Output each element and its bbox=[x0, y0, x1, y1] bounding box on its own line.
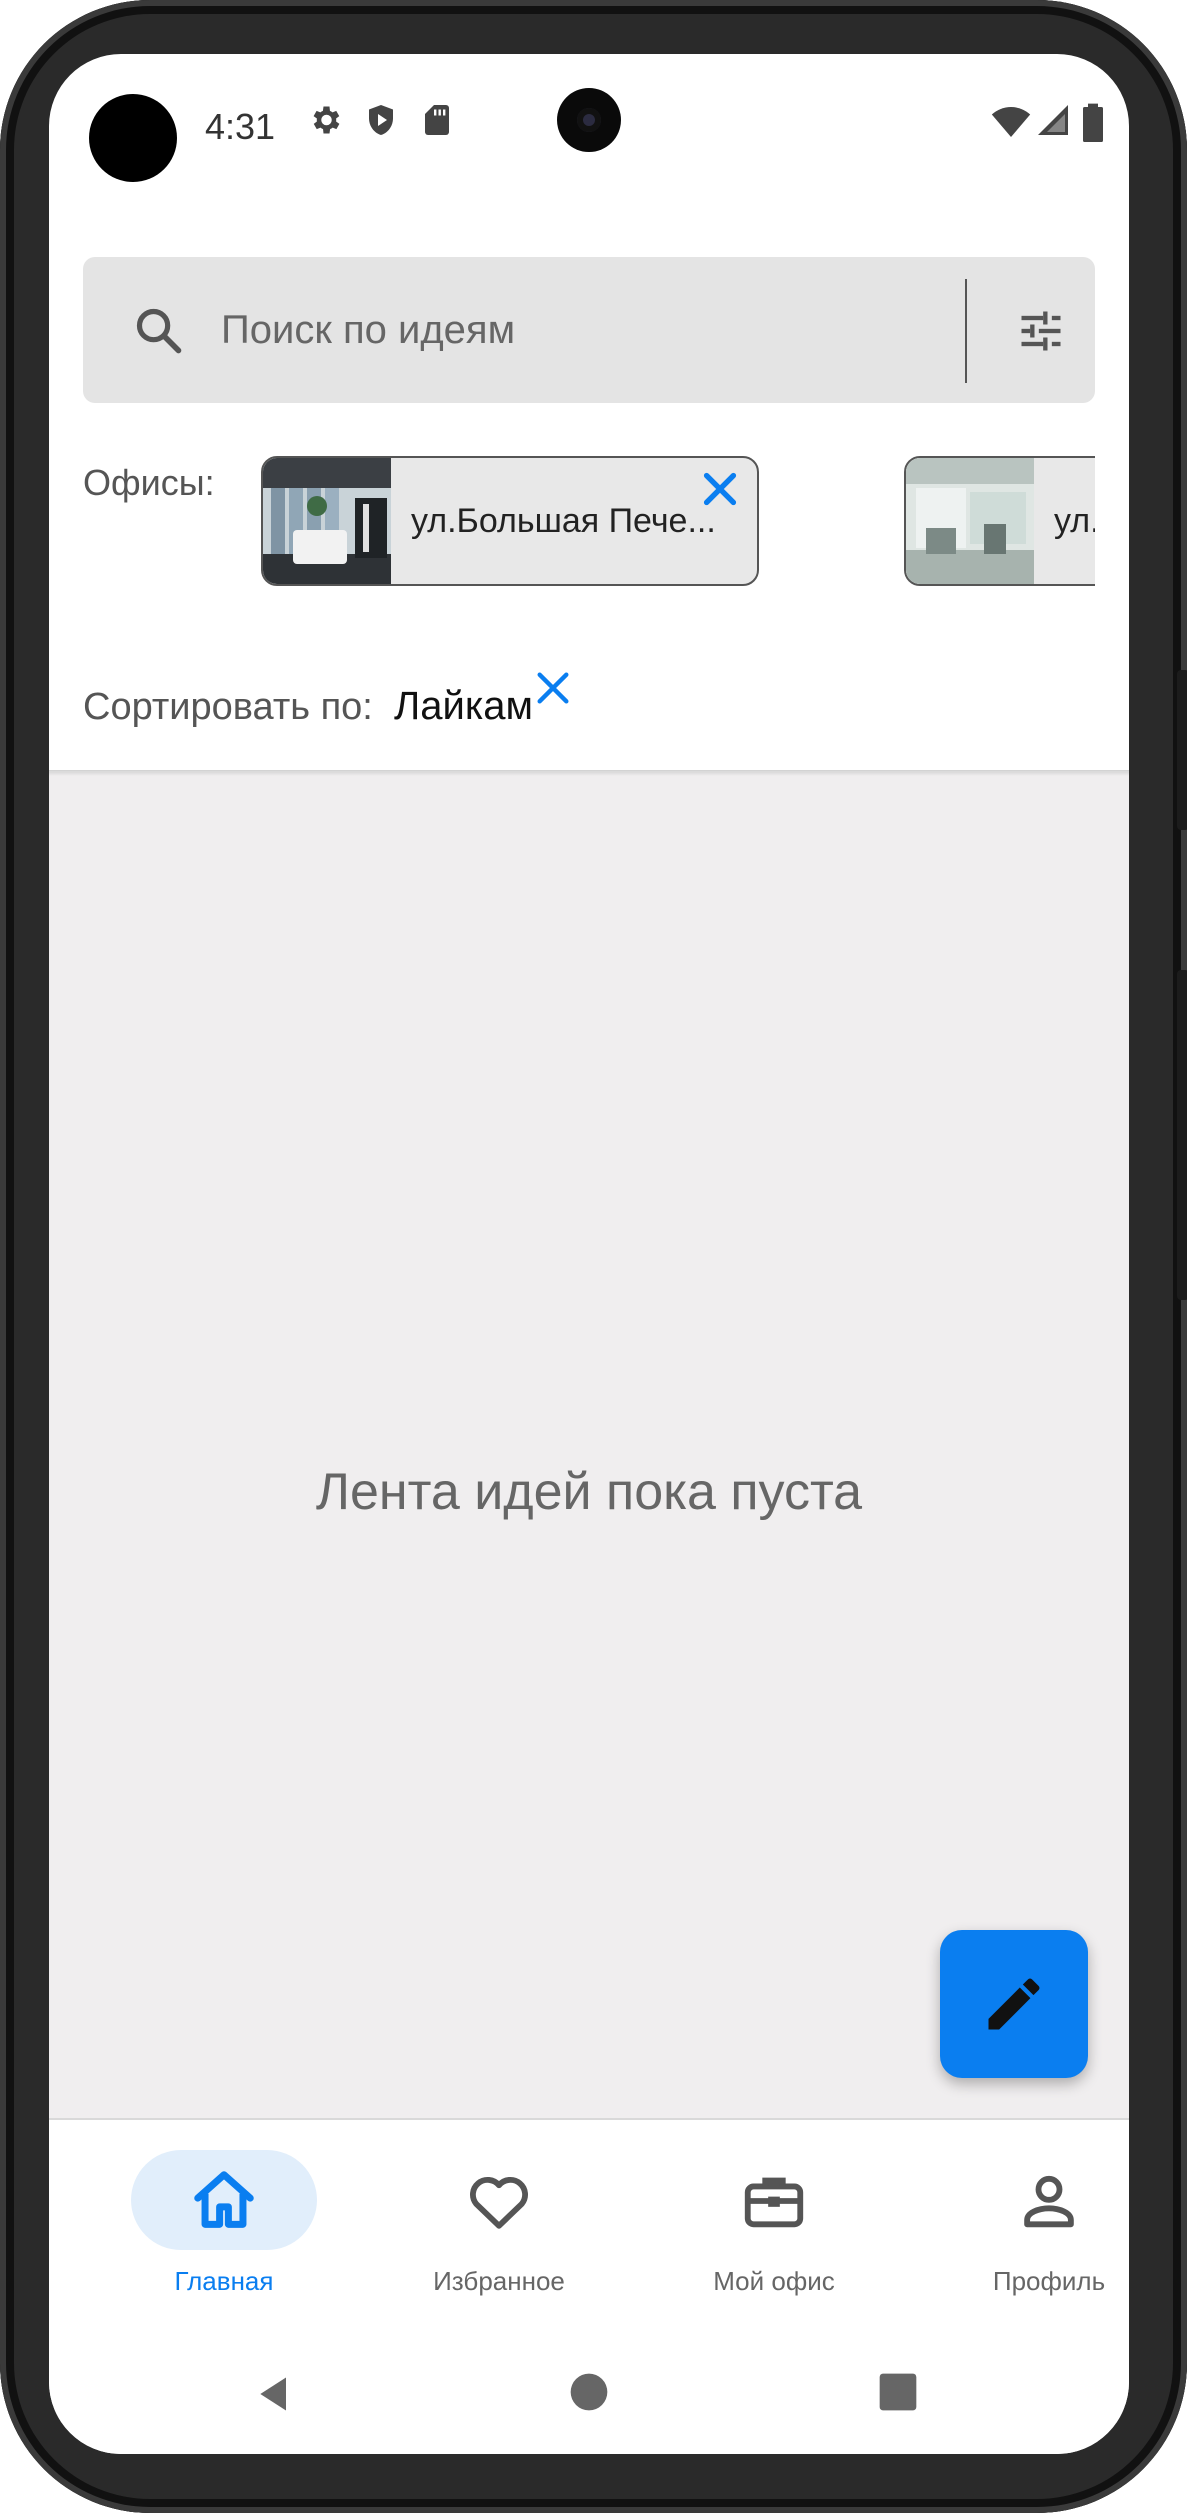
gear-icon bbox=[313, 106, 340, 134]
nav-item-profile[interactable]: Профиль bbox=[914, 2120, 1129, 2330]
phone-frame: 4:31 Поиск по идеям Офисы: ул.Большая Пе… bbox=[0, 0, 1187, 2513]
recents-icon[interactable] bbox=[878, 2372, 918, 2412]
office-name: ул. bbox=[1054, 502, 1095, 540]
back-icon[interactable] bbox=[253, 2372, 297, 2416]
briefcase-icon bbox=[744, 2177, 804, 2228]
nav-item-home[interactable]: Главная bbox=[89, 2120, 359, 2330]
offices-label: Офисы: bbox=[83, 462, 215, 503]
search-icon bbox=[136, 308, 182, 354]
heart-icon bbox=[470, 2176, 528, 2229]
bottom-navigation: Главная Избранное Мой офис Профиль bbox=[49, 2118, 1129, 2330]
search-divider bbox=[965, 279, 967, 383]
search-bar[interactable] bbox=[83, 257, 1095, 403]
nav-item-my-office[interactable]: Мой офис bbox=[639, 2120, 909, 2330]
office-photo bbox=[263, 458, 391, 584]
person-icon bbox=[1024, 2175, 1074, 2228]
search-input[interactable] bbox=[221, 297, 921, 363]
sort-value[interactable]: Лайкам bbox=[394, 684, 533, 729]
wifi-icon bbox=[991, 107, 1031, 137]
camera-cutout bbox=[89, 94, 177, 182]
office-chip[interactable]: ул.Большая Пече... bbox=[261, 456, 759, 586]
office-photo bbox=[906, 458, 1034, 584]
home-icon bbox=[194, 2171, 254, 2228]
header-shadow bbox=[49, 770, 1129, 776]
nav-item-favorites[interactable]: Избранное bbox=[364, 2120, 634, 2330]
empty-feed-message: Лента идей пока пуста bbox=[315, 1463, 863, 1521]
battery-icon bbox=[1083, 103, 1103, 142]
pencil-icon bbox=[988, 1978, 1040, 2030]
tune-icon[interactable] bbox=[1015, 305, 1067, 357]
volume-button bbox=[1177, 670, 1187, 830]
ideas-feed[interactable]: Лента идей пока пуста bbox=[49, 772, 1129, 2118]
home-button-icon[interactable] bbox=[569, 2372, 609, 2412]
shield-play-icon bbox=[369, 105, 393, 135]
signal-icon bbox=[1038, 105, 1068, 135]
status-bar: 4:31 bbox=[49, 54, 1129, 182]
close-icon[interactable] bbox=[533, 668, 573, 708]
system-navigation-bar bbox=[49, 2328, 1129, 2454]
offices-carousel[interactable]: ул.Большая Пече... ул. bbox=[261, 456, 1095, 588]
office-chip[interactable]: ул. bbox=[904, 456, 1095, 586]
app-screen: 4:31 Поиск по идеям Офисы: ул.Большая Пе… bbox=[49, 54, 1129, 2454]
office-name: ул.Большая Пече... bbox=[411, 502, 716, 540]
status-time: 4:31 bbox=[205, 106, 276, 147]
nav-label: Мой офис bbox=[713, 2266, 835, 2296]
sort-label: Сортировать по: bbox=[83, 686, 373, 728]
sd-card-icon bbox=[425, 105, 449, 135]
create-idea-button[interactable] bbox=[940, 1930, 1088, 2078]
front-camera bbox=[557, 88, 621, 152]
nav-label: Избранное bbox=[433, 2266, 565, 2296]
nav-label: Профиль bbox=[992, 2266, 1106, 2296]
nav-label: Главная bbox=[174, 2266, 274, 2296]
close-icon[interactable] bbox=[697, 466, 743, 512]
power-button bbox=[1177, 970, 1187, 1300]
